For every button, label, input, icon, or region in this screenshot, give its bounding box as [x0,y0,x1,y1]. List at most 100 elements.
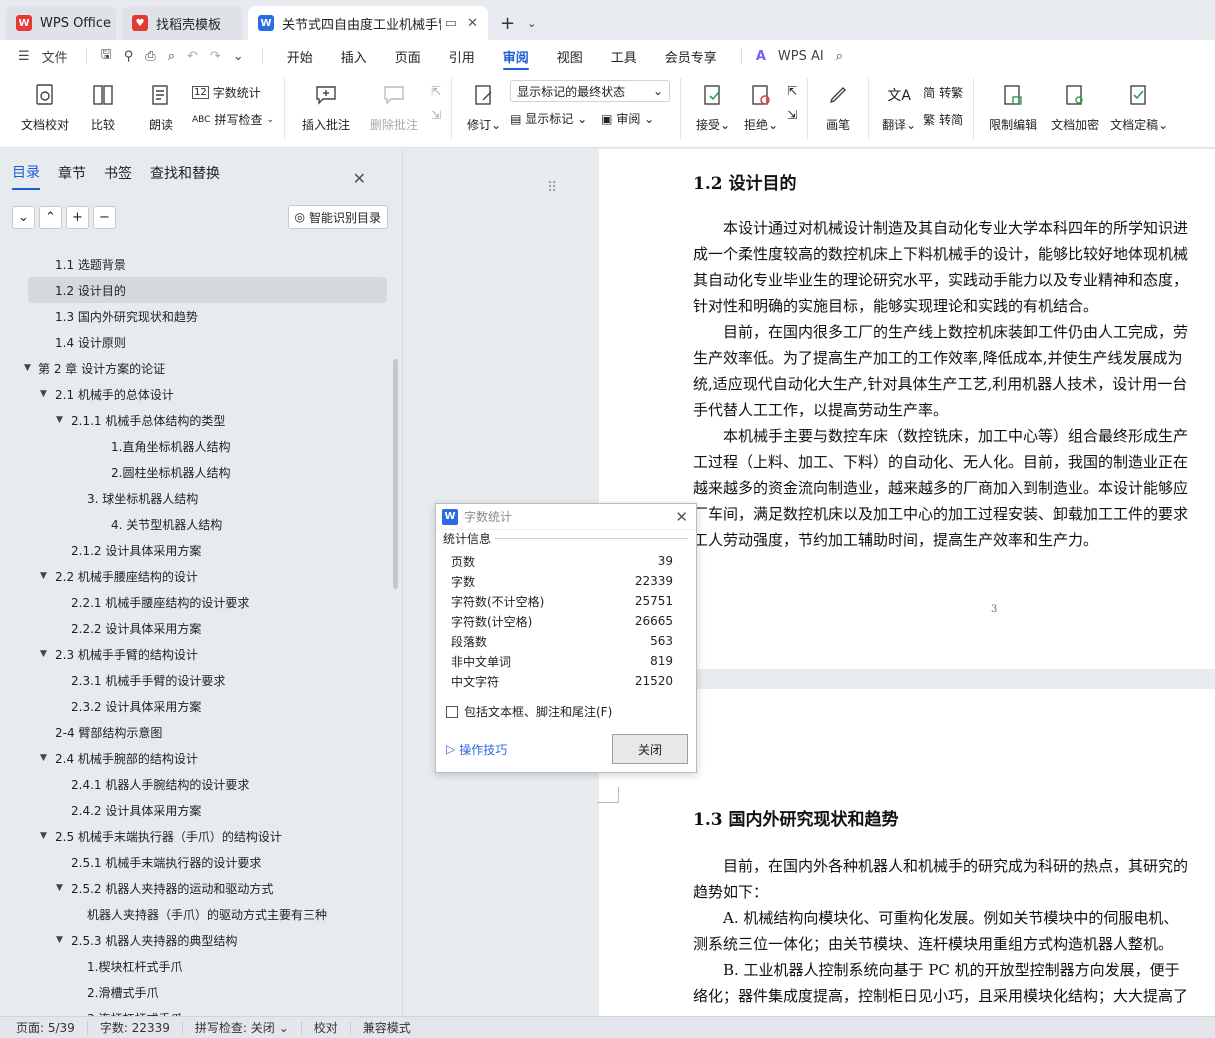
toc-item[interactable]: 2.5.1 机械手末端执行器的设计要求 [0,849,400,875]
tab-list-chevron-icon[interactable]: ⌄ [521,6,542,40]
toc-item[interactable]: 3. 球坐标机器人结构 [0,485,400,511]
toc-item[interactable]: 1.楔块杠杆式手爪 [0,953,400,979]
tab-find-replace[interactable]: 查找和替换 [150,157,220,189]
review-pane-button[interactable]: ▣ 审阅 ⌄ [601,110,654,127]
show-markup-button[interactable]: ▤ 显示标记 ⌄ [510,110,587,127]
toc-item[interactable]: 机器人夹持器（手爪）的驱动方式主要有三种 [0,901,400,927]
accept-button[interactable]: 接受⌄ [691,78,735,133]
toc-item[interactable]: 2.圆柱坐标机器人结构 [0,459,400,485]
expand-arrow-icon[interactable]: ▼ [56,883,63,893]
toc-item[interactable]: 3.连杆杠杆式手爪 [0,1005,400,1017]
dialog-close-icon[interactable]: ✕ [675,508,688,526]
encrypt-button[interactable]: 文档加密 [1046,78,1104,133]
status-words[interactable]: 字数: 22339 [100,1020,183,1035]
save-icon[interactable]: 🖫 [101,45,112,67]
expand-up-icon[interactable]: ⌃ [39,205,62,229]
proof-button[interactable]: 文档校对 [18,78,72,133]
toc-item[interactable]: ▼ 2.3 机械手手臂的结构设计 [0,641,400,667]
read-aloud-button[interactable]: 朗读 [134,78,188,133]
insert-comment-button[interactable]: 插入批注 [295,78,357,133]
tab-wps-office[interactable]: W WPS Office [6,6,116,40]
checkbox-box[interactable] [446,705,458,718]
add-heading-icon[interactable]: + [66,205,89,229]
share-icon[interactable]: ⚲ [124,49,134,64]
expand-arrow-icon[interactable]: ▼ [40,831,47,841]
prev-change-icon[interactable]: ⇱ [787,84,797,98]
close-nav-icon[interactable]: ✕ [353,163,366,194]
print-preview-icon[interactable]: ⌕ [168,49,175,64]
collapse-all-icon[interactable]: ⌄ [12,205,35,229]
toc-item[interactable]: ▼ 2.1 机械手的总体设计 [0,381,400,407]
toc-item[interactable]: 2.2.1 机械手腰座结构的设计要求 [0,589,400,615]
toc-item[interactable]: ▼ 第 2 章 设计方案的论证 [0,355,400,381]
expand-arrow-icon[interactable]: ▼ [56,935,63,945]
status-spell[interactable]: 拼写检查: 关闭 ⌄ [195,1020,302,1035]
pen-button[interactable]: 画笔 [818,78,858,133]
menu-tools[interactable]: 工具 [597,40,651,72]
restrict-edit-button[interactable]: 限制编辑 [984,78,1042,133]
toc-item[interactable]: 2.4.1 机器人手腕结构的设计要求 [0,771,400,797]
reject-button[interactable]: 拒绝⌄ [739,78,783,133]
more-chevron-icon[interactable]: ⌄ [233,49,244,64]
status-page[interactable]: 页面: 5/39 [16,1020,88,1035]
tab-templates[interactable]: ♥ 找稻壳模板 [122,6,242,40]
to-simplified-button[interactable]: 繁转简 [923,111,963,128]
compare-button[interactable]: 比较 [76,78,130,133]
new-tab-button[interactable]: + [494,6,521,40]
toc-item[interactable]: 4. 关节型机器人结构 [0,511,400,537]
remove-heading-icon[interactable]: − [93,205,116,229]
menu-reference[interactable]: 引用 [435,40,489,72]
expand-arrow-icon[interactable]: ▼ [24,363,31,373]
toc-item[interactable]: 2.3.1 机械手手臂的设计要求 [0,667,400,693]
toc-item[interactable]: 1.2 设计目的 [28,277,387,303]
toc-item[interactable]: ▼ 2.4 机械手腕部的结构设计 [0,745,400,771]
expand-arrow-icon[interactable]: ▼ [56,415,63,425]
tab-chapter[interactable]: 章节 [58,157,86,189]
toc-item[interactable]: ▼ 2.5.2 机器人夹持器的运动和驱动方式 [0,875,400,901]
delete-comment-button[interactable]: 删除批注 [361,78,427,133]
menu-review[interactable]: 审阅 [489,40,543,72]
menu-page[interactable]: 页面 [381,40,435,72]
toc-item[interactable]: 1.3 国内外研究现状和趋势 [0,303,400,329]
toc-item[interactable]: 2-4 臂部结构示意图 [0,719,400,745]
toc-item[interactable]: ▼ 2.2 机械手腰座结构的设计 [0,563,400,589]
monitor-icon[interactable]: ▭ [445,16,457,31]
revise-button[interactable]: 修订⌄ [462,78,506,133]
menu-insert[interactable]: 插入 [327,40,381,72]
next-change-icon[interactable]: ⇲ [787,108,797,122]
file-menu[interactable]: ☰ 文件 [14,47,76,66]
undo-icon[interactable]: ↶ [187,49,198,64]
toc-item[interactable]: 2.1.2 设计具体采用方案 [0,537,400,563]
toc-item[interactable]: 2.2.2 设计具体采用方案 [0,615,400,641]
translate-button[interactable]: 文A 翻译⌄ [879,78,919,133]
toc-item[interactable]: 1.4 设计原则 [0,329,400,355]
nav-scrollbar[interactable] [393,359,398,589]
expand-arrow-icon[interactable]: ▼ [40,649,47,659]
status-proof[interactable]: 校对 [314,1020,351,1035]
close-button[interactable]: 关闭 [612,734,688,764]
toc-item[interactable]: ▼ 2.5 机械手末端执行器（手爪）的结构设计 [0,823,400,849]
drag-handle-icon[interactable]: ⠿ [547,175,557,201]
to-traditional-button[interactable]: 简转繁 [923,84,963,101]
toc-item[interactable]: 2.3.2 设计具体采用方案 [0,693,400,719]
print-icon[interactable]: ⎙ [145,49,155,64]
expand-arrow-icon[interactable]: ▼ [40,571,47,581]
tips-link[interactable]: ▷ 操作技巧 [446,741,507,758]
tab-bookmark[interactable]: 书签 [104,157,132,189]
word-count-button[interactable]: 12 字数统计 [192,84,274,101]
expand-arrow-icon[interactable]: ▼ [40,389,47,399]
search-icon[interactable]: ⌕ [832,49,851,64]
markup-state-select[interactable]: 显示标记的最终状态 ⌄ [510,80,671,102]
wps-ai-button[interactable]: A WPS AI [752,49,832,64]
toc-item[interactable]: 1.直角坐标机器人结构 [0,433,400,459]
toc-item[interactable]: 2.滑槽式手爪 [0,979,400,1005]
include-textbox-checkbox[interactable]: 包括文本框、脚注和尾注(F) [446,703,696,720]
toc-item[interactable]: 2.4.2 设计具体采用方案 [0,797,400,823]
menu-start[interactable]: 开始 [273,40,327,72]
menu-member[interactable]: 会员专享 [651,40,731,72]
finalize-button[interactable]: 文档定稿⌄ [1108,78,1170,133]
spell-check-button[interactable]: ABC 拼写检查 ⌄ [192,111,274,128]
toc-item[interactable]: 1.1 选题背景 [0,251,400,277]
menu-view[interactable]: 视图 [543,40,597,72]
smart-toc-button[interactable]: ◎ 智能识别目录 [287,205,388,229]
